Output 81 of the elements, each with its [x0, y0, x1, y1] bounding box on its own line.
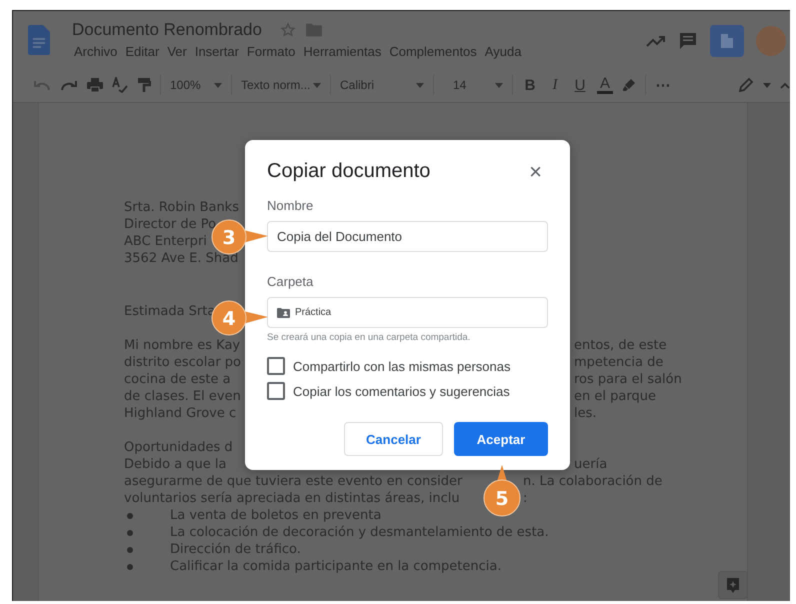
underline-button[interactable]: U: [572, 76, 588, 94]
checkbox[interactable]: [267, 357, 285, 375]
menu-item[interactable]: Ayuda: [480, 44, 526, 59]
bold-button[interactable]: B: [522, 76, 538, 94]
text-color-button[interactable]: A: [597, 76, 613, 94]
shared-folder-icon: [277, 308, 290, 318]
close-button[interactable]: ×: [523, 160, 548, 182]
document-text: entos, de este: [574, 337, 667, 354]
undo-icon[interactable]: [33, 79, 51, 91]
trend-icon[interactable]: [646, 35, 666, 47]
dialog-title: Copiar documento: [267, 160, 430, 183]
document-text: :: [523, 490, 528, 507]
field-label: Nombre: [267, 198, 314, 213]
menu-item[interactable]: Herramientas: [299, 44, 386, 59]
document-text: en el parque: [574, 388, 656, 405]
menu-item[interactable]: Ver: [163, 44, 191, 59]
zoom-dropdown[interactable]: 100%: [170, 78, 222, 92]
document-text: les.: [574, 405, 597, 422]
comment-icon[interactable]: [678, 31, 698, 51]
caret-icon: [495, 82, 503, 88]
share-button[interactable]: [710, 25, 744, 57]
document-title[interactable]: Documento Renombrado: [72, 20, 262, 40]
checkbox[interactable]: [267, 382, 285, 400]
star-icon[interactable]: [280, 22, 296, 38]
bullet-icon: [127, 530, 133, 536]
name-field[interactable]: Copia del Documento: [267, 221, 548, 252]
list-item-text: La venta de boletos en preventa: [170, 507, 382, 524]
redo-icon[interactable]: [60, 79, 78, 91]
cancel-button[interactable]: Cancelar: [344, 422, 443, 456]
accept-button[interactable]: Aceptar: [454, 422, 548, 456]
document-text: Srta. Robin Banks: [124, 199, 239, 216]
font-dropdown[interactable]: Calibri: [340, 78, 424, 92]
menu-item[interactable]: Complementos: [385, 44, 481, 59]
caret-icon: [214, 82, 222, 88]
document-text: asegurarme de que tuviera este evento en consider: [124, 473, 464, 490]
menu-item[interactable]: Editar: [121, 44, 164, 59]
bullet-icon: [127, 512, 133, 518]
caret-icon[interactable]: [763, 82, 771, 88]
style-dropdown[interactable]: Texto norm...: [241, 78, 321, 92]
menu-item[interactable]: Archivo: [70, 44, 122, 59]
document-text: Oportunidades d: [124, 439, 233, 456]
document-text: Mi nombre es Kay: [124, 337, 242, 354]
document-text: uería: [574, 456, 608, 473]
document-text: ABC Enterpri: [124, 233, 207, 250]
document-text: cocina de este a: [124, 371, 232, 388]
folder-icon[interactable]: [306, 23, 322, 37]
document-text: de clases. El even: [124, 388, 242, 405]
caret-icon: [416, 82, 424, 88]
document-text: 3562 Ave E. Shad: [124, 250, 238, 267]
pencil-icon[interactable]: [738, 77, 754, 93]
folder-hint: Se creará una copia en una carpeta compartida.: [267, 332, 472, 343]
menu-item[interactable]: Formato: [242, 44, 300, 59]
bullet-icon: [127, 546, 133, 552]
highlighter-icon[interactable]: [622, 78, 636, 92]
more-button[interactable]: ⋯: [655, 76, 671, 94]
document-icon[interactable]: [28, 25, 50, 55]
document-text: Highland Grove c: [124, 405, 238, 422]
italic-button[interactable]: I: [547, 76, 563, 94]
document-text: Director de Po: [124, 216, 216, 233]
paint-format-icon[interactable]: [137, 77, 151, 93]
field-label: Carpeta: [267, 274, 314, 289]
collapse-icon[interactable]: [780, 82, 790, 88]
caret-icon: [313, 82, 321, 88]
document-text: n. La colaboración de: [523, 473, 662, 490]
explore-icon[interactable]: [718, 571, 748, 599]
checkbox-label[interactable]: Copiar los comentarios y sugerencias: [293, 384, 510, 398]
print-icon[interactable]: [87, 77, 103, 93]
document-text: voluntarios sería apreciada en distintas áreas, inclu: [124, 490, 461, 507]
bullet-icon: [127, 564, 133, 570]
document-text: distrito escolar po: [124, 354, 242, 371]
document-text: mpetencia de: [574, 354, 664, 371]
list-item-text: Dirección de tráfico.: [170, 541, 301, 558]
document-text: ros para el salón: [574, 371, 682, 388]
font-size-dropdown[interactable]: 14: [443, 78, 503, 92]
checkbox-label[interactable]: Compartirlo con las mismas personas: [293, 358, 510, 374]
menu-item[interactable]: Insertar: [190, 44, 243, 59]
list-item-text: Calificar la comida participante en la competencia.: [170, 558, 502, 575]
folder-field[interactable]: Práctica: [267, 297, 548, 328]
spellcheck-icon[interactable]: [112, 77, 128, 93]
document-text: Debido a que la: [124, 456, 228, 473]
list-item-text: La colocación de decoración y desmantelamiento de esta.: [170, 524, 549, 541]
